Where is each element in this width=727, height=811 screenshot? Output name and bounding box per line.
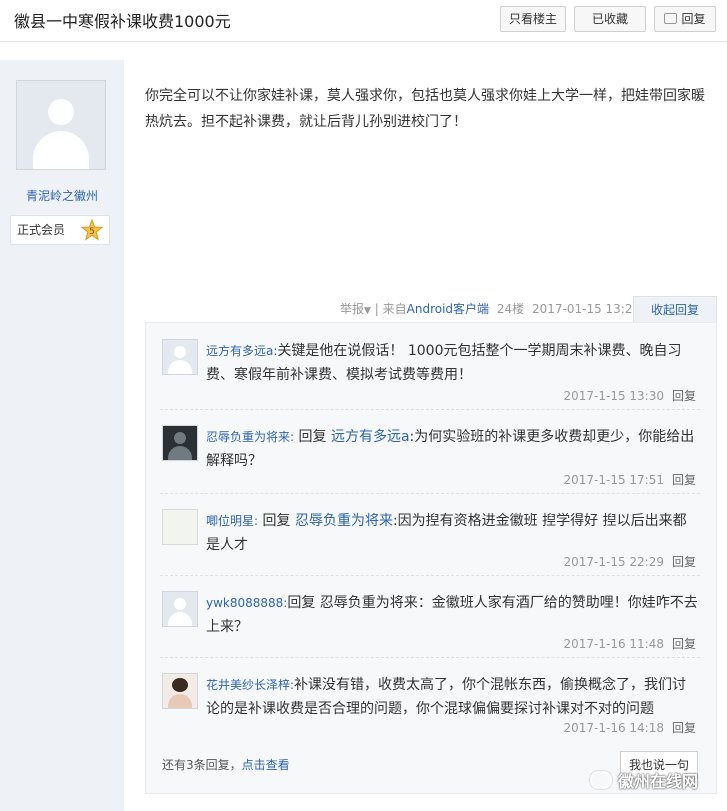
more-replies-text: 还有3条回复， [162,758,242,772]
client-link[interactable]: Android客户端 [407,302,489,316]
comment-icon [664,13,678,24]
member-rank-badge: 正式会员 5 [10,215,110,245]
reply-to-user[interactable]: 远方有多远a [331,429,410,445]
comment-time: 2017-1-15 22:29 [563,555,664,569]
author-column: 青泥岭之徽州 正式会员 5 [0,60,124,811]
reply-word: 回复 [298,429,327,445]
comment-avatar[interactable] [162,591,198,627]
comment-time-row: 2017-1-15 22:29 回复 [563,553,696,570]
reply-button[interactable]: 回复 [654,6,716,32]
meta-separator: | [374,302,383,316]
more-replies: 还有3条回复，点击查看 [162,756,290,773]
comment-avatar[interactable] [162,673,198,709]
comment-avatar[interactable] [162,509,198,545]
author-name[interactable]: 青泥岭之徽州 [0,187,124,204]
level-number: 5 [89,227,95,237]
post-content: 你完全可以不让你家娃补课，莫人强求你，包括也莫人强求你娃上大学一样，把娃带回家暖… [145,88,705,130]
comment-time-row: 2017-1-15 17:51 回复 [563,471,696,488]
comment-reply-link[interactable]: 回复 [672,389,696,403]
comment-body: 关键是他在说假话！ 1000元包括整个一学期周末补课费、晚自习费、寒假年前补课费… [206,343,682,383]
comment-avatar[interactable] [162,425,198,461]
comment-user[interactable]: 唧位明星: [206,514,258,528]
comment-time-row: 2017-1-15 13:30 回复 [563,387,696,404]
comment-user[interactable]: ywk8088888: [206,596,287,610]
comment-time: 2017-1-15 13:30 [563,389,664,403]
comment-time: 2017-1-16 11:48 [563,637,664,651]
comment-user[interactable]: 花井美纱长泽梓: [206,678,294,692]
thread-header: 徽县一中寒假补课收费1000元 只看楼主 已收藏 回复 [0,0,727,42]
comment-text: 唧位明星: 回复 忍辱负重为将来:因为揑有资格进金徽班 揑学得好 揑以后出来都是… [206,509,698,557]
comment-time: 2017-1-15 17:51 [563,473,664,487]
comment-text: 忍辱负重为将来: 回复 远方有多远a:为何实验班的补课更多收费却更少，你能给出解… [206,425,698,473]
favorited-button[interactable]: 已收藏 [574,6,646,32]
report-dropdown-icon[interactable]: ▼ [364,306,371,316]
comment-text: 远方有多远a:关键是他在说假话！ 1000元包括整个一学期周末补课费、晚自习费、… [206,339,698,387]
comment-reply-link[interactable]: 回复 [672,473,696,487]
collapse-replies-button[interactable]: 收起回复 [633,296,717,323]
report-link[interactable]: 举报 [340,302,364,316]
rank-label: 正式会员 [17,223,66,237]
comment-text: ywk8088888:回复 忍辱负重为将来：金徽班人家有酒厂给的赞助哩！你娃咋不… [206,591,698,639]
wechat-icon [590,771,612,789]
comment-time-row: 2017-1-16 14:18 回复 [563,719,696,736]
comment-time-row: 2017-1-16 11:48 回复 [563,635,696,652]
comment-avatar[interactable] [162,339,198,375]
avatar[interactable] [16,80,106,170]
comment-text: 花井美纱长泽梓:补课没有错，收费太高了，你个混帐东西，偷换概念了，我们讨论的是补… [206,673,698,721]
comment-user[interactable]: 远方有多远a: [206,344,277,358]
level-star-icon: 5 [81,219,103,241]
reply-to-user[interactable]: 忍辱负重为将来 [295,513,393,529]
only-owner-button[interactable]: 只看楼主 [500,6,566,32]
watermark: 徽州在线网 [590,768,698,792]
comment-reply-link[interactable]: 回复 [672,555,696,569]
post-meta: 举报▼ | 来自Android客户端 24楼 2017-01-15 13:24 [340,300,640,317]
comment-divider [160,493,700,494]
comment-user[interactable]: 忍辱负重为将来: [206,430,294,444]
comment-box: 远方有多远a:关键是他在说假话！ 1000元包括整个一学期周末补课费、晚自习费、… [145,322,717,794]
comment-divider [160,575,700,576]
reply-button-label: 回复 [681,12,706,26]
comment-reply-link[interactable]: 回复 [672,637,696,651]
avatar-head-shape [48,99,74,125]
floor-number: 24楼 [496,302,525,316]
from-prefix: 来自 [382,302,407,316]
comment-divider [160,409,700,410]
thread-title: 徽县一中寒假补课收费1000元 [14,12,231,31]
comment-divider [160,657,700,658]
avatar-body-shape [33,131,89,169]
header-gap [0,42,727,60]
reply-word: 回复 [262,513,291,529]
post-datetime: 2017-01-15 13:24 [531,302,641,316]
comment-time: 2017-1-16 14:18 [563,721,664,735]
comment-reply-link[interactable]: 回复 [672,721,696,735]
watermark-text: 徽州在线网 [618,772,699,791]
view-more-link[interactable]: 点击查看 [242,758,290,772]
reply-prefix: 回复 忍辱负重为将来 [287,595,418,611]
